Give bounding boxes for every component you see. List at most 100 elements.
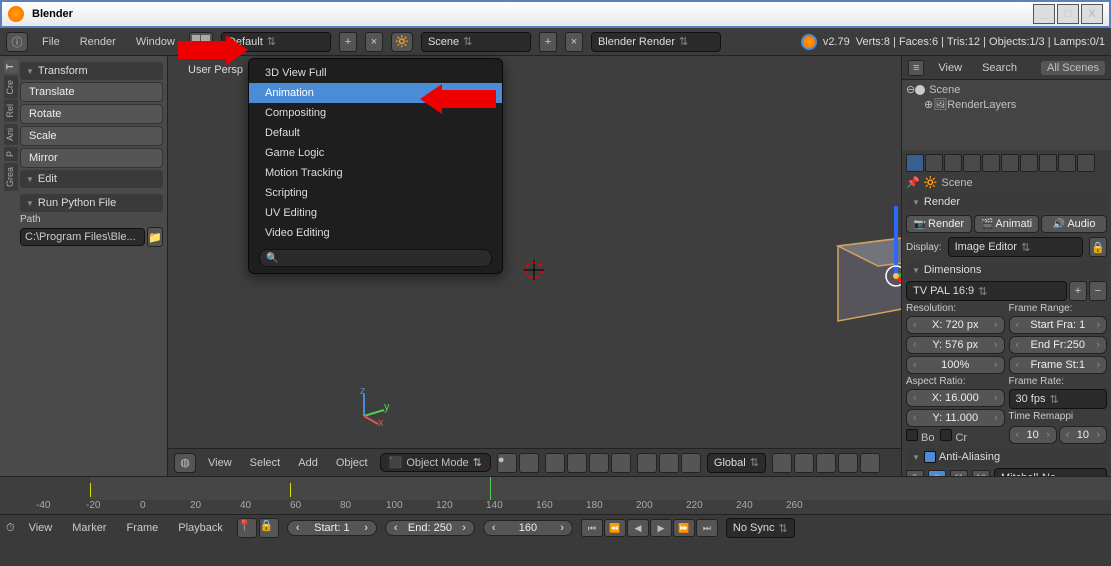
maximize-button[interactable]: □: [1057, 4, 1079, 24]
current-frame-spinner[interactable]: ‹160›: [483, 520, 573, 536]
add-scene-button[interactable]: +: [539, 32, 557, 52]
res-pct-field[interactable]: ‹100%›: [906, 356, 1005, 374]
toolshelf-tab-grease[interactable]: Grea: [4, 163, 18, 191]
scale-button[interactable]: Scale: [20, 126, 163, 146]
outliner-editor-type-icon[interactable]: ≡: [908, 60, 924, 76]
layout-item-3d-view-full[interactable]: 3D View Full: [249, 63, 502, 83]
keyframe-marker[interactable]: [290, 483, 291, 497]
delete-scene-button[interactable]: ×: [565, 32, 583, 52]
info-editor-type-icon[interactable]: ⓘ: [6, 32, 28, 52]
toolshelf-tab-phy[interactable]: P: [4, 147, 18, 161]
jump-start-button[interactable]: ⏮: [581, 519, 603, 537]
next-keyframe-button[interactable]: ⏩: [673, 519, 695, 537]
tl-menu-marker[interactable]: Marker: [66, 522, 112, 534]
render-button[interactable]: 📷Render: [906, 215, 972, 233]
render-audio-button[interactable]: 🔊Audio: [1041, 215, 1107, 233]
orientation-dropdown[interactable]: Global⇅: [707, 453, 766, 473]
toolshelf-tab-ani[interactable]: Ani: [4, 124, 18, 145]
aspect-y-field[interactable]: ‹Y: 11.000›: [906, 409, 1005, 427]
layout-item-default[interactable]: Default: [249, 123, 502, 143]
prop-tab-modifiers[interactable]: [1020, 154, 1038, 172]
remove-preset-button[interactable]: −: [1089, 281, 1107, 301]
tl-menu-view[interactable]: View: [23, 522, 59, 534]
panel-run-python[interactable]: Run Python File: [20, 194, 163, 212]
panel-anti-aliasing[interactable]: Anti-Aliasing: [906, 448, 1107, 466]
menu-file[interactable]: File: [36, 36, 66, 48]
display-dropdown[interactable]: Image Editor⇅: [948, 237, 1083, 257]
layout-item-scripting[interactable]: Scripting: [249, 183, 502, 203]
border-checkbox[interactable]: [906, 429, 918, 441]
res-x-field[interactable]: ‹X: 720 px›: [906, 316, 1005, 334]
add-screen-button[interactable]: +: [339, 32, 357, 52]
add-preset-button[interactable]: +: [1069, 281, 1087, 301]
outliner-item-scene[interactable]: ⊖ Scene: [906, 82, 1107, 97]
layout-search-input[interactable]: [259, 249, 492, 267]
toolshelf-tab-tools[interactable]: T: [4, 60, 18, 74]
fps-dropdown[interactable]: 30 fps⇅: [1009, 389, 1108, 409]
outliner-tree[interactable]: ⊖ Scene ⊕ 🖼 RenderLayers: [902, 80, 1111, 150]
playhead[interactable]: [490, 477, 491, 500]
outliner-item-renderlayers[interactable]: ⊕ 🖼 RenderLayers: [906, 97, 1107, 112]
prop-tab-data[interactable]: [1039, 154, 1057, 172]
aspect-x-field[interactable]: ‹X: 16.000›: [906, 389, 1005, 407]
render-preset-dropdown[interactable]: TV PAL 16:9⇅: [906, 281, 1067, 301]
prop-tab-render[interactable]: [906, 154, 924, 172]
prop-tab-object[interactable]: [982, 154, 1000, 172]
close-window-button[interactable]: X: [1081, 4, 1103, 24]
pivot-icons[interactable]: [545, 453, 631, 473]
menu-render[interactable]: Render: [74, 36, 122, 48]
mirror-button[interactable]: Mirror: [20, 148, 163, 168]
aa-checkbox[interactable]: [924, 451, 936, 463]
vp-menu-add[interactable]: Add: [292, 457, 324, 469]
pin-icon[interactable]: 📌: [906, 176, 920, 189]
browse-path-icon[interactable]: 📁: [147, 227, 163, 247]
remap-old-field[interactable]: ‹10›: [1009, 426, 1057, 444]
jump-end-button[interactable]: ⏭: [696, 519, 718, 537]
vp-menu-select[interactable]: Select: [244, 457, 287, 469]
play-reverse-button[interactable]: ◀: [627, 519, 649, 537]
start-frame-field[interactable]: ‹Start Fra: 1›: [1009, 316, 1108, 334]
delete-screen-button[interactable]: ×: [365, 32, 383, 52]
shading-icons[interactable]: ●: [497, 453, 539, 473]
render-animation-button[interactable]: 🎬Animati: [974, 215, 1040, 233]
vp-menu-view[interactable]: View: [202, 457, 238, 469]
frame-step-field[interactable]: ‹Frame St:1›: [1009, 356, 1108, 374]
cube-object[interactable]: [808, 206, 901, 386]
scene-field[interactable]: Scene⇅: [421, 32, 531, 52]
editor-type-icon[interactable]: ◍: [174, 453, 196, 473]
toolshelf-tab-create[interactable]: Cre: [4, 76, 18, 99]
play-button[interactable]: ▶: [650, 519, 672, 537]
toolshelf-tab-rel[interactable]: Rel: [4, 100, 18, 122]
end-frame-field[interactable]: ‹End Fr:250›: [1009, 336, 1108, 354]
timeline-editor-type-icon[interactable]: ⏱: [6, 522, 15, 535]
scene-icon[interactable]: 🔆: [391, 32, 413, 52]
start-frame-spinner[interactable]: ‹Start: 1›: [287, 520, 377, 536]
res-y-field[interactable]: ‹Y: 576 px›: [906, 336, 1005, 354]
outliner-filter-dropdown[interactable]: All Scenes: [1041, 61, 1105, 75]
layout-item-game-logic[interactable]: Game Logic: [249, 143, 502, 163]
prop-tab-layers[interactable]: [925, 154, 943, 172]
vp-menu-object[interactable]: Object: [330, 457, 374, 469]
render-engine-dropdown[interactable]: Blender Render⇅: [591, 32, 721, 52]
layout-item-uv-editing[interactable]: UV Editing: [249, 203, 502, 223]
sync-dropdown[interactable]: No Sync⇅: [726, 518, 795, 538]
tl-menu-playback[interactable]: Playback: [172, 522, 229, 534]
tl-menu-frame[interactable]: Frame: [120, 522, 164, 534]
tl-range-icons[interactable]: 📍🔒: [237, 518, 279, 538]
rotate-button[interactable]: Rotate: [20, 104, 163, 124]
prop-tab-texture[interactable]: [1077, 154, 1095, 172]
display-lock-icon[interactable]: 🔒: [1089, 237, 1107, 257]
prop-tab-scene[interactable]: [944, 154, 962, 172]
prop-tab-world[interactable]: [963, 154, 981, 172]
manipulator-icons[interactable]: [637, 453, 701, 473]
keyframe-marker[interactable]: [90, 483, 91, 497]
remap-new-field[interactable]: ‹10›: [1059, 426, 1107, 444]
mode-dropdown[interactable]: ⬛ Object Mode ⇅: [380, 453, 491, 472]
prop-tab-constraints[interactable]: [1001, 154, 1019, 172]
timeline-canvas[interactable]: -40-200 204060 80100120 140160180 200220…: [0, 477, 1111, 515]
panel-transform[interactable]: Transform: [20, 62, 163, 80]
prev-keyframe-button[interactable]: ⏪: [604, 519, 626, 537]
outliner-view[interactable]: View: [932, 62, 968, 74]
properties-tabs[interactable]: [906, 154, 1107, 172]
menu-window[interactable]: Window: [130, 36, 181, 48]
